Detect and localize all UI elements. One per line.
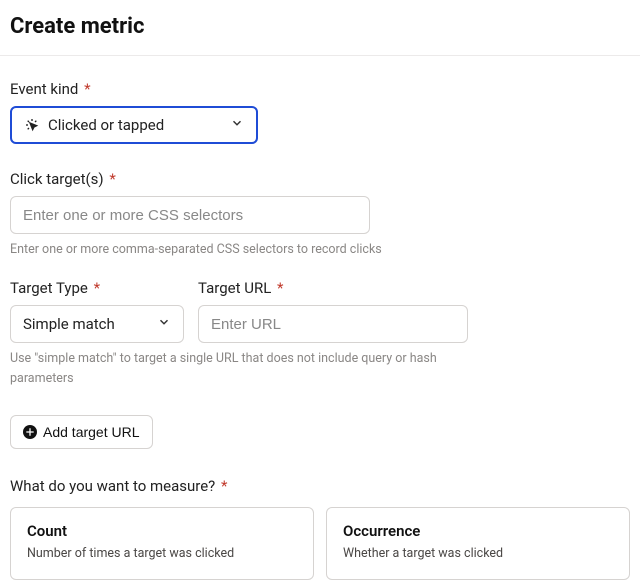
click-targets-label: Click target(s) * bbox=[10, 170, 630, 188]
cursor-click-icon bbox=[24, 117, 40, 133]
click-targets-label-text: Click target(s) bbox=[10, 170, 104, 188]
required-asterisk: * bbox=[94, 279, 100, 297]
measure-option-count[interactable]: Count Number of times a target was click… bbox=[10, 507, 314, 580]
page-header: Create metric bbox=[0, 0, 640, 56]
page-title: Create metric bbox=[10, 14, 630, 39]
target-url-input[interactable] bbox=[198, 305, 468, 343]
measure-label-text: What do you want to measure? bbox=[10, 477, 215, 495]
event-kind-label-text: Event kind bbox=[10, 80, 78, 98]
chevron-down-icon bbox=[230, 116, 244, 134]
click-targets-help: Enter one or more comma-separated CSS se… bbox=[10, 242, 630, 257]
add-target-url-button[interactable]: Add target URL bbox=[10, 415, 153, 449]
target-help: Use "simple match" to target a single UR… bbox=[10, 349, 480, 389]
measure-label: What do you want to measure? * bbox=[10, 477, 630, 495]
target-type-value: Simple match bbox=[23, 315, 157, 333]
required-asterisk: * bbox=[109, 170, 115, 188]
measure-options: Count Number of times a target was click… bbox=[10, 507, 630, 580]
target-type-label: Target Type * bbox=[10, 279, 184, 297]
click-targets-input[interactable] bbox=[10, 196, 370, 234]
target-url-label-text: Target URL bbox=[198, 279, 271, 297]
plus-circle-icon bbox=[23, 425, 37, 439]
event-kind-select[interactable]: Clicked or tapped bbox=[10, 106, 258, 144]
event-kind-label: Event kind * bbox=[10, 80, 630, 98]
event-kind-value: Clicked or tapped bbox=[48, 116, 230, 134]
measure-option-desc: Whether a target was clicked bbox=[343, 546, 613, 561]
required-asterisk: * bbox=[84, 80, 90, 98]
target-type-col: Target Type * Simple match bbox=[10, 279, 184, 343]
chevron-down-icon bbox=[157, 315, 171, 333]
add-target-url-label: Add target URL bbox=[43, 424, 140, 440]
required-asterisk: * bbox=[277, 279, 283, 297]
required-asterisk: * bbox=[221, 477, 227, 495]
measure-option-desc: Number of times a target was clicked bbox=[27, 546, 297, 561]
target-url-col: Target URL * bbox=[198, 279, 468, 343]
click-targets-block: Click target(s) * Enter one or more comm… bbox=[10, 170, 630, 257]
target-type-label-text: Target Type bbox=[10, 279, 88, 297]
form-area: Event kind * Clicked or tapped C bbox=[0, 56, 640, 580]
target-url-label: Target URL * bbox=[198, 279, 468, 297]
target-type-select[interactable]: Simple match bbox=[10, 305, 184, 343]
event-kind-select-wrap: Clicked or tapped bbox=[10, 106, 258, 144]
measure-option-title: Count bbox=[27, 522, 297, 540]
measure-option-occurrence[interactable]: Occurrence Whether a target was clicked bbox=[326, 507, 630, 580]
measure-option-title: Occurrence bbox=[343, 522, 613, 540]
target-row: Target Type * Simple match Target URL * bbox=[10, 279, 630, 343]
